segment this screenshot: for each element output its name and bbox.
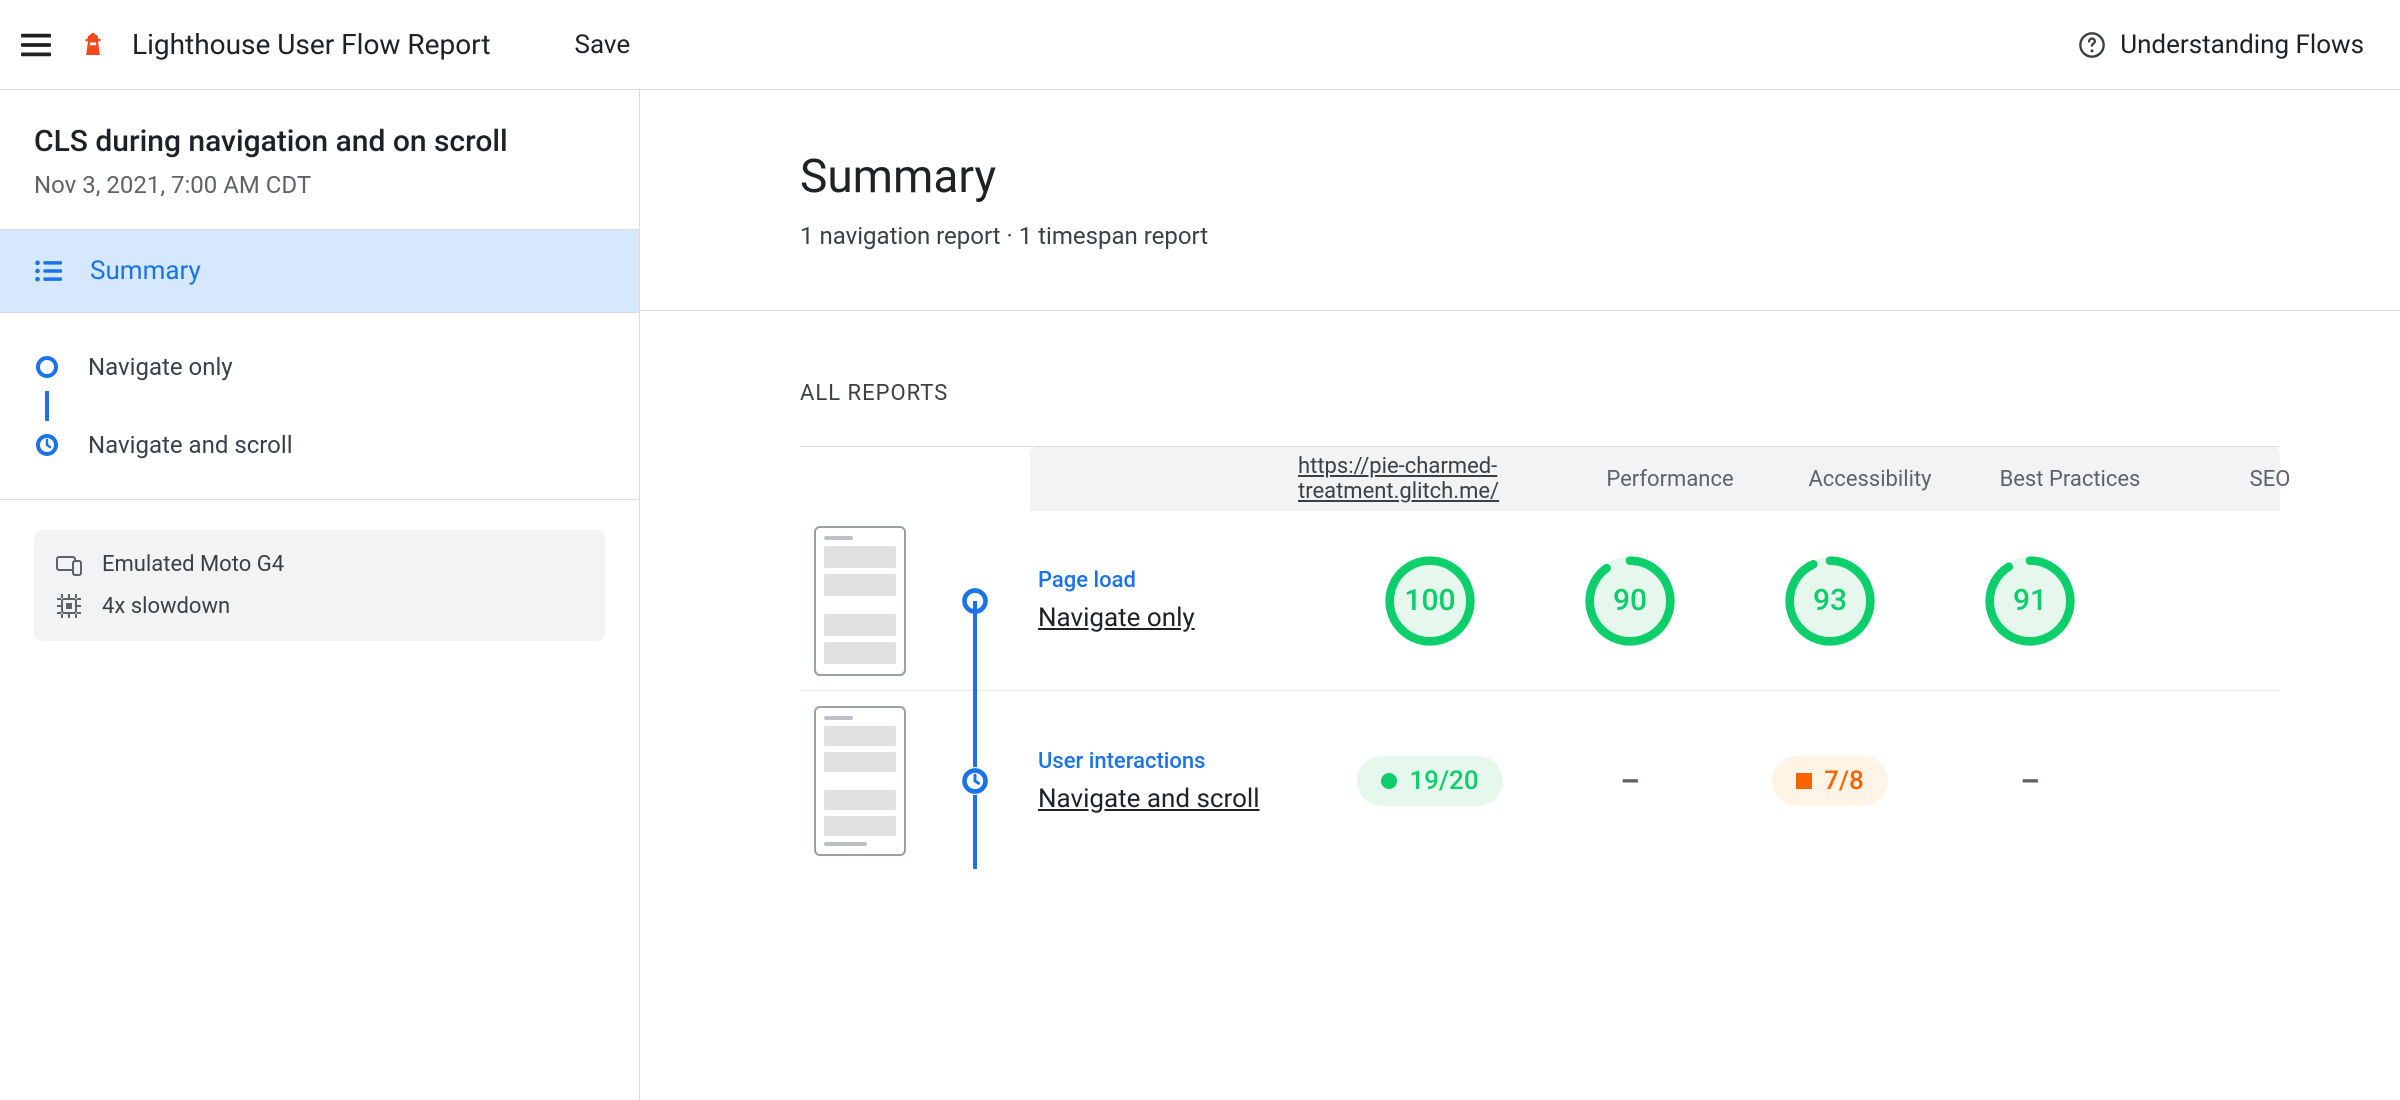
gauge-performance[interactable]: 100 bbox=[1330, 553, 1530, 649]
summary-title: Summary bbox=[800, 150, 2400, 204]
step-connector bbox=[45, 391, 49, 421]
cpu-icon bbox=[56, 593, 82, 619]
device-icon bbox=[56, 554, 82, 576]
sidebar-step-label: Navigate only bbox=[88, 353, 233, 381]
tested-url-link[interactable]: https://pie-charmed-treatment.glitch.me/ bbox=[1270, 454, 1570, 504]
sidebar-summary-label: Summary bbox=[90, 256, 201, 286]
lighthouse-logo-icon bbox=[78, 30, 108, 60]
env-cpu-row: 4x slowdown bbox=[56, 593, 583, 619]
flow-title: CLS during navigation and on scroll bbox=[34, 124, 605, 159]
help-link[interactable]: Understanding Flows bbox=[2078, 30, 2364, 60]
env-device-row: Emulated Moto G4 bbox=[56, 552, 583, 577]
report-row-timespan: User interactions Navigate and scroll 19… bbox=[800, 691, 2280, 871]
nav-start-icon bbox=[35, 355, 59, 379]
report-row-navigation: Page load Navigate only 100 90 93 91 bbox=[800, 511, 2280, 691]
app-title: Lighthouse User Flow Report bbox=[132, 28, 491, 61]
all-reports-label: ALL REPORTS bbox=[800, 381, 2280, 406]
report-table: https://pie-charmed-treatment.glitch.me/… bbox=[800, 447, 2280, 871]
fraction-accessibility: – bbox=[1530, 764, 1730, 799]
flow-date: Nov 3, 2021, 7:00 AM CDT bbox=[34, 171, 605, 199]
step-type-label: User interactions bbox=[1038, 749, 1330, 774]
step-name-link[interactable]: Navigate only bbox=[1038, 603, 1330, 633]
timespan-icon bbox=[35, 433, 59, 457]
report-table-head: https://pie-charmed-treatment.glitch.me/… bbox=[1030, 447, 2280, 511]
summary-header: Summary 1 navigation report · 1 timespan… bbox=[640, 90, 2400, 310]
step-type-label: Page load bbox=[1038, 568, 1330, 593]
help-icon bbox=[2078, 31, 2106, 59]
fraction-seo: – bbox=[1930, 764, 2130, 799]
sidebar-item-summary[interactable]: Summary bbox=[0, 230, 639, 313]
summary-subtitle: 1 navigation report · 1 timespan report bbox=[800, 222, 2400, 250]
environment-box: Emulated Moto G4 4x slowdown bbox=[34, 530, 605, 641]
screenshot-thumbnail[interactable] bbox=[814, 526, 906, 676]
timeline-connector bbox=[973, 601, 977, 781]
help-label: Understanding Flows bbox=[2120, 30, 2364, 60]
col-performance: Performance bbox=[1570, 467, 1770, 492]
env-device-label: Emulated Moto G4 bbox=[102, 552, 284, 577]
gauge-seo[interactable]: 91 bbox=[1930, 553, 2130, 649]
sidebar-header: CLS during navigation and on scroll Nov … bbox=[0, 90, 639, 230]
summary-list-icon bbox=[34, 259, 62, 283]
topbar: Lighthouse User Flow Report Save Underst… bbox=[0, 0, 2400, 90]
sidebar: CLS during navigation and on scroll Nov … bbox=[0, 90, 640, 1100]
fraction-best-practices[interactable]: 7/8 bbox=[1730, 756, 1930, 806]
hamburger-icon bbox=[21, 33, 51, 57]
gauge-accessibility[interactable]: 90 bbox=[1530, 553, 1730, 649]
main-panel: Summary 1 navigation report · 1 timespan… bbox=[640, 90, 2400, 1100]
col-best-practices: Best Practices bbox=[1970, 467, 2170, 492]
screenshot-thumbnail[interactable] bbox=[814, 706, 906, 856]
step-name-link[interactable]: Navigate and scroll bbox=[1038, 784, 1330, 814]
sidebar-step-navigate-only[interactable]: Navigate only bbox=[34, 343, 605, 391]
save-button[interactable]: Save bbox=[575, 30, 631, 60]
col-seo: SEO bbox=[2170, 467, 2370, 492]
col-accessibility: Accessibility bbox=[1770, 467, 1970, 492]
sidebar-step-navigate-and-scroll[interactable]: Navigate and scroll bbox=[34, 421, 605, 469]
sidebar-step-label: Navigate and scroll bbox=[88, 431, 293, 459]
menu-button[interactable] bbox=[18, 27, 54, 63]
fraction-performance[interactable]: 19/20 bbox=[1330, 756, 1530, 806]
sidebar-steps: Navigate only Navigate and scroll bbox=[0, 313, 639, 500]
timespan-icon bbox=[961, 767, 989, 795]
gauge-best-practices[interactable]: 93 bbox=[1730, 553, 1930, 649]
env-cpu-label: 4x slowdown bbox=[102, 594, 230, 619]
